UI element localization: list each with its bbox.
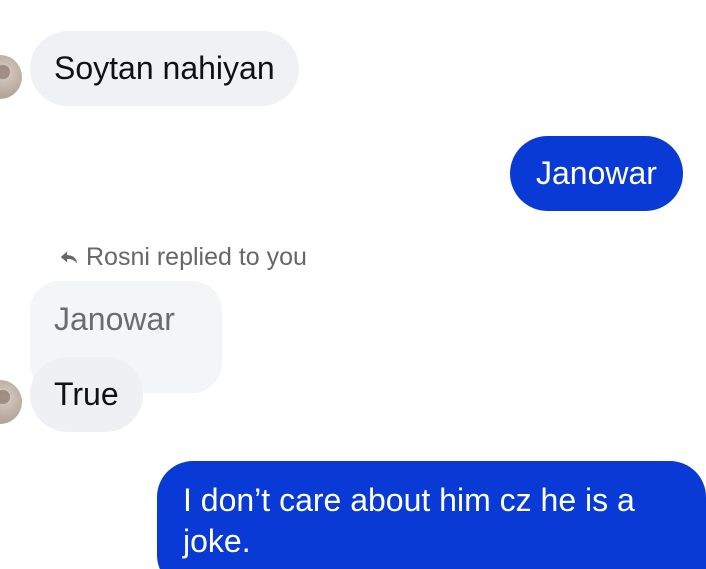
message-text: I don’t care about him cz he is a joke. xyxy=(183,482,635,559)
contact-avatar[interactable] xyxy=(0,55,22,99)
message-text: Soytan nahiyan xyxy=(54,50,275,86)
incoming-message-bubble[interactable]: Soytan nahiyan xyxy=(30,31,299,106)
chat-thread: Soytan nahiyan Janowar Rosni replied to … xyxy=(0,0,706,569)
message-text: True xyxy=(54,376,119,412)
reply-arrow-icon xyxy=(60,251,78,264)
outgoing-message-bubble[interactable]: I don’t care about him cz he is a joke. xyxy=(157,461,706,569)
outgoing-message-bubble[interactable]: Janowar xyxy=(510,136,683,211)
incoming-message-bubble[interactable]: True xyxy=(30,357,143,432)
contact-avatar[interactable] xyxy=(0,380,22,424)
reply-header: Rosni replied to you xyxy=(58,241,307,273)
reply-header-text: Rosni replied to you xyxy=(86,243,307,271)
message-text: Janowar xyxy=(536,155,657,191)
quoted-message-text: Janowar xyxy=(54,301,175,337)
